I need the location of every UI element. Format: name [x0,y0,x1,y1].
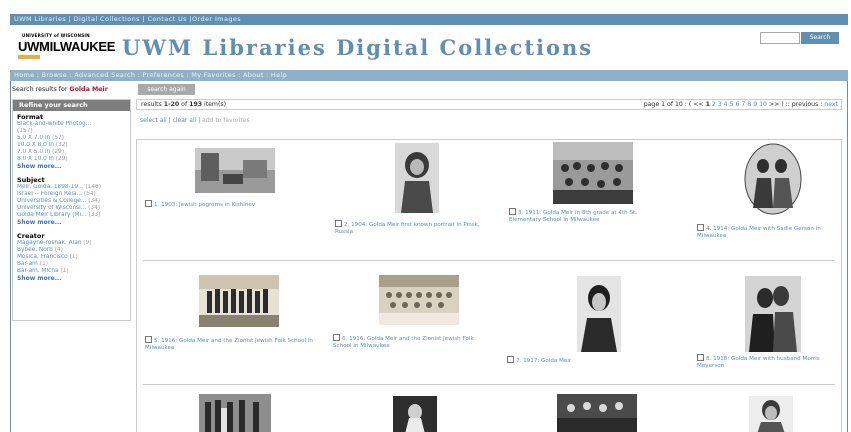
results-bar: results 1-20 of 193 item(s) page 1 of 10… [136,99,842,110]
facet-row[interactable]: 7.0 X 5.0 in (29) [17,149,126,156]
thumbnail[interactable] [557,394,637,432]
facet-row[interactable]: Bar-am, Micha (1) [17,268,126,275]
facet-row[interactable]: 8.0 X 10.0 in (29) [17,156,126,163]
item-checkbox[interactable] [145,200,152,207]
facet-row[interactable]: Bybee, Norb (4) [17,247,126,254]
row-divider [143,384,835,385]
top-nav[interactable]: UWM Libraries | Digital Collections | Co… [10,14,848,25]
item-checkbox[interactable] [507,356,514,363]
facet-row[interactable]: Bar-am (1) [17,261,126,268]
add-to-favorites-link[interactable]: add to favorites [202,117,249,124]
facet-subject: Subject Meir, Golda, 1898-19... (146) Is… [13,174,130,230]
item-checkbox[interactable] [509,208,516,215]
facet-row[interactable]: Mosica, Francisco (1) [17,254,126,261]
facet-row[interactable]: Black-and-white Photog... [17,121,126,128]
thumbnail[interactable] [195,148,275,193]
page-link[interactable]: 3 [718,101,722,108]
page-link[interactable]: 6 [735,101,739,108]
result-caption[interactable]: 6. 1916: Golda Meir and the Zionist Jewi… [333,334,493,349]
page-link[interactable]: 2 [712,101,716,108]
logo-bar [18,55,40,59]
facet-row[interactable]: 5.0 X 7.0 in (57) [17,135,126,142]
result-caption[interactable]: 2. 1904: Golda Meir first known portrait… [335,220,495,235]
thumbnail[interactable] [743,142,803,216]
results-summary: results 1-20 of 193 item(s) [141,101,227,108]
item-checkbox[interactable] [335,220,342,227]
facet-row[interactable]: University of Wisconsi... (34) [17,205,126,212]
facet-row[interactable]: Israel -- Foreign Rela... (54) [17,191,126,198]
refine-title: Refine your search [13,100,130,111]
facet-format: Format Black-and-white Photog... (157) 5… [13,111,130,174]
pager: page 1 of 10 : ( << 1 2 3 4 5 6 7 8 9 10… [643,101,838,108]
thumbnail[interactable] [199,275,279,327]
facet-heading: Subject [17,176,45,184]
facet-row[interactable]: 10.0 X 8.0 in (32) [17,142,126,149]
next-link[interactable]: next [824,101,838,108]
page-current: 1 [705,101,710,108]
result-caption[interactable]: 1. 1903: Jewish pogroms in Kishinev [145,200,305,209]
result-caption[interactable]: 4. 1914: Golda Meir with Sadie Gerson in… [697,224,847,239]
facet-row[interactable]: (157) [17,128,126,135]
facet-creator: Creator Magayne-roshak, Alan (9) Bybee, … [13,230,130,286]
search-again-button[interactable]: search again [138,84,195,95]
clear-all-link[interactable]: clear all [173,117,197,124]
thumbnail[interactable] [749,396,793,432]
logo-name: UWMILWAUKEE [18,39,116,54]
show-more-link[interactable]: Show more... [17,219,126,226]
facet-row[interactable]: Golda Meir Library (Mi... (33) [17,212,126,219]
item-checkbox[interactable] [145,336,152,343]
thumbnail[interactable] [577,276,621,352]
item-checkbox[interactable] [333,334,340,341]
main-nav[interactable]: Home : Browse : Advanced Search : Prefer… [10,70,848,81]
facet-heading: Format [17,113,44,121]
page-link[interactable]: 7 [741,101,745,108]
thumbnail[interactable] [395,143,439,213]
page-link[interactable]: 8 [747,101,751,108]
results-grid: 1. 1903: Jewish pogroms in Kishinev 2. 1… [136,139,842,432]
site-title: UWM Libraries Digital Collections [122,35,594,60]
thumbnail[interactable] [199,394,271,432]
result-caption[interactable]: 5. 1916: Golda Meir and the Zionist Jewi… [145,336,317,351]
search-results-label: Search results for Golda Meir [12,84,842,96]
thumbnail[interactable] [553,142,633,204]
selection-controls: select all | clear all | add to favorite… [140,117,250,124]
facet-row[interactable]: Magayne-roshak, Alan (9) [17,240,126,247]
result-caption[interactable]: 7. 1917: Golda Meir [507,356,647,365]
facet-heading: Creator [17,232,45,240]
thumbnail[interactable] [745,276,801,352]
show-more-link[interactable]: Show more... [17,163,126,170]
refine-sidebar: Refine your search Format Black-and-whit… [12,99,131,321]
select-all-link[interactable]: select all [140,117,167,124]
page-link[interactable]: 4 [724,101,728,108]
result-caption[interactable]: 8. 1918: Golda Meir with husband Morris … [697,354,847,369]
show-more-link[interactable]: Show more... [17,275,126,282]
facet-row[interactable]: Universities & College... (34) [17,198,126,205]
search-term: Golda Meir [69,86,108,93]
row-divider [143,260,835,261]
result-caption[interactable]: 3. 1911: Golda Meir in 8th grade at 4th … [509,208,649,223]
facet-row[interactable]: Meir, Golda, 1898-19... (146) [17,184,126,191]
page-link[interactable]: 10 [759,101,767,108]
logo-university: UNIVERSITY of WISCONSIN [22,33,90,38]
results-panel: results 1-20 of 193 item(s) page 1 of 10… [136,99,842,432]
uwm-logo[interactable]: UNIVERSITY of WISCONSIN UWMILWAUKEE [15,33,115,61]
thumbnail[interactable] [393,396,437,432]
header-search-button[interactable]: Search [801,32,839,44]
item-checkbox[interactable] [697,224,704,231]
page-link[interactable]: 5 [730,101,734,108]
header: UNIVERSITY of WISCONSIN UWMILWAUKEE UWM … [10,25,848,70]
thumbnail[interactable] [379,275,459,325]
item-checkbox[interactable] [697,354,704,361]
page-link[interactable]: 9 [753,101,757,108]
search-prefix: Search results for [12,86,68,93]
header-search-input[interactable] [760,32,800,44]
